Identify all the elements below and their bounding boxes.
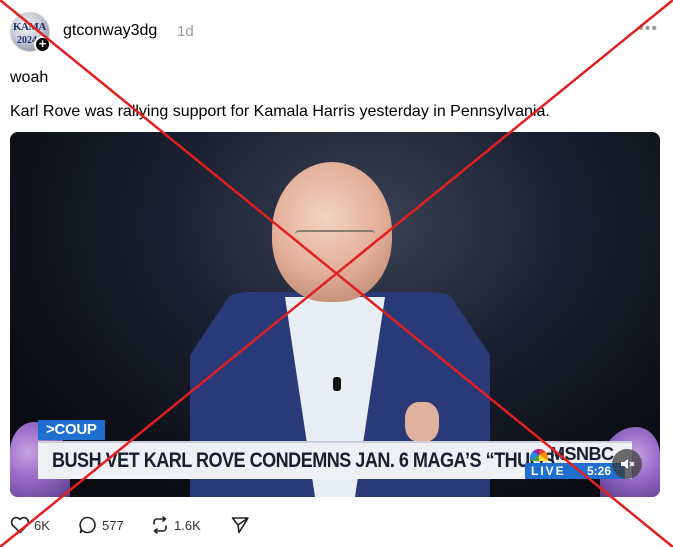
glasses: [295, 230, 375, 242]
reply-button[interactable]: 577: [78, 514, 124, 536]
repost-icon: [153, 516, 167, 534]
heart-icon: [10, 516, 30, 534]
chyron-tag: >COUP: [38, 420, 105, 440]
live-time: 5:26: [587, 464, 612, 478]
network-name: MSNBC: [550, 444, 614, 464]
speaker-hand: [405, 402, 439, 442]
mute-button[interactable]: [612, 449, 642, 479]
live-bar: LIVE 5:26: [525, 463, 625, 479]
post-text-line1: woah: [10, 69, 49, 86]
network-logo: MSNBC: [530, 444, 614, 465]
repost-button[interactable]: 1.6K: [150, 514, 201, 536]
post-text-line2: Karl Rove was rallying support for Kamal…: [10, 103, 550, 120]
peacock-icon: [530, 449, 548, 462]
lapel-mic: [333, 377, 341, 391]
chyron-headline: BUSH VET KARL ROVE CONDEMNS JAN. 6 MAGA’…: [52, 449, 564, 472]
more-horizontal-icon[interactable]: •••: [638, 20, 658, 38]
avatar-text-top: KAMA: [13, 21, 46, 33]
reply-count: 577: [102, 517, 124, 533]
action-bar: 6K 577 1.6K: [10, 514, 310, 536]
repost-count: 1.6K: [174, 517, 201, 533]
username[interactable]: gtconway3dg: [63, 22, 157, 40]
live-label: LIVE: [531, 464, 566, 478]
like-button[interactable]: 6K: [10, 514, 50, 536]
timestamp[interactable]: 1d: [177, 23, 194, 40]
video-player[interactable]: >COUP BUSH VET KARL ROVE CONDEMNS JAN. 6…: [10, 132, 660, 497]
muted-speaker-icon: [621, 459, 635, 469]
post-header: KAMA 2024 + gtconway3dg 1d •••: [10, 12, 660, 53]
comment-icon: [79, 516, 96, 534]
follow-plus-icon[interactable]: +: [34, 36, 51, 53]
share-button[interactable]: [230, 514, 250, 536]
send-icon: [231, 517, 249, 534]
like-count: 6K: [34, 517, 50, 533]
